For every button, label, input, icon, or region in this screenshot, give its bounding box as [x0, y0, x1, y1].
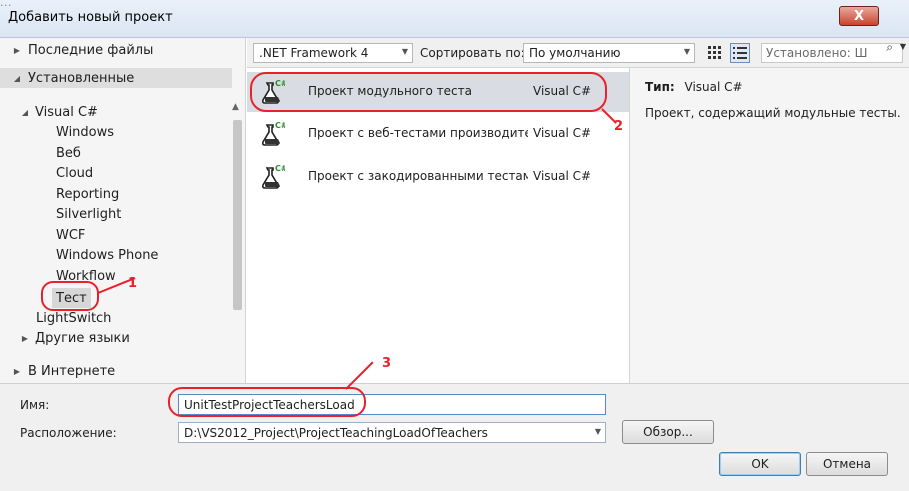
flask-csharp-icon: C#: [261, 121, 285, 146]
tree-section-installed[interactable]: ◢ Установленные: [0, 68, 232, 88]
tree-label: Silverlight: [56, 206, 122, 222]
grid-view-button[interactable]: [705, 43, 725, 63]
project-form: Имя: UnitTestProjectTeachersLoad Располо…: [0, 383, 909, 491]
tree-item-visual-csharp[interactable]: ◢ Visual C#: [18, 102, 98, 122]
list-view-icon: [733, 47, 747, 59]
template-name: Проект с закодированными тестам...: [308, 169, 528, 183]
tree-section-online[interactable]: ▶ В Интернете: [0, 361, 232, 381]
tree-label-installed: Установленные: [28, 70, 135, 86]
tree-item-cloud[interactable]: Cloud: [56, 163, 93, 183]
tree-label: Веб: [56, 145, 81, 161]
tree-item-lightswitch[interactable]: LightSwitch: [36, 308, 111, 328]
tree-item-web[interactable]: Веб: [56, 143, 81, 163]
tree-item-windows[interactable]: Windows: [56, 122, 114, 142]
svg-text:C#: C#: [275, 121, 285, 130]
template-language: Visual C#: [533, 169, 592, 183]
template-details-pane: Тип: Visual C# Проект, содержащий модуль…: [629, 68, 909, 383]
browse-label: Обзор...: [643, 425, 693, 439]
detail-type: Тип: Visual C#: [645, 80, 743, 94]
chevron-down-icon[interactable]: ▼: [900, 42, 906, 51]
chevron-down-icon: ▼: [594, 427, 601, 436]
background-window-tabs: ...: [0, 0, 909, 6]
sort-value: По умолчанию: [529, 46, 621, 60]
dialog-title: Добавить новый проект: [8, 10, 173, 25]
location-select[interactable]: D:\VS2012_Project\ProjectTeachingLoadOfT…: [178, 422, 606, 443]
expand-arrow-icon: ▶: [21, 333, 29, 343]
search-icon[interactable]: ⌕: [886, 40, 893, 55]
expand-arrow-icon: ▶: [13, 45, 21, 55]
detail-type-label: Тип:: [645, 80, 675, 94]
annotation-ellipse-2: [250, 72, 607, 112]
tree-item-wcf[interactable]: WCF: [56, 225, 85, 245]
collapse-arrow-icon: ◢: [13, 73, 21, 83]
annotation-number-1: 1: [128, 276, 138, 291]
chevron-down-icon: ▼: [401, 47, 408, 56]
flask-csharp-icon: C#: [261, 164, 285, 189]
browse-button[interactable]: Обзор...: [622, 420, 714, 444]
tree-label: Reporting: [56, 186, 120, 202]
tree-label: LightSwitch: [36, 310, 112, 326]
annotation-ellipse-1: [41, 281, 99, 311]
framework-value: .NET Framework 4: [259, 46, 369, 60]
tree-label-online: В Интернете: [28, 363, 116, 379]
detail-description: Проект, содержащий модульные тесты.: [645, 106, 901, 120]
tree-scrollbar[interactable]: ▲ ▼: [230, 100, 244, 396]
template-search-input[interactable]: Установлено: Ш: [761, 43, 903, 63]
tree-label-visual-csharp: Visual C#: [35, 104, 98, 120]
scroll-thumb[interactable]: [233, 120, 242, 310]
template-toolbar: .NET Framework 4 ▼ Сортировать по: По ум…: [247, 38, 909, 68]
ok-button[interactable]: OK: [719, 452, 801, 476]
tree-item-reporting[interactable]: Reporting: [56, 184, 119, 204]
framework-select[interactable]: .NET Framework 4 ▼: [253, 43, 413, 63]
tree-label: Cloud: [56, 165, 94, 181]
tree-label-recent: Последние файлы: [28, 42, 154, 58]
tree-label-other-languages: Другие языки: [35, 330, 130, 346]
detail-type-value: Visual C#: [684, 80, 743, 94]
cancel-label: Отмена: [822, 457, 872, 471]
location-value: D:\VS2012_Project\ProjectTeachingLoadOfT…: [184, 426, 488, 440]
svg-text:C#: C#: [275, 164, 285, 173]
list-view-button[interactable]: [730, 43, 750, 63]
template-name: Проект с веб-тестами производите...: [308, 126, 528, 140]
template-category-tree: ▶ Последние файлы ◢ Установленные ◢ Visu…: [0, 38, 246, 392]
template-language: Visual C#: [533, 126, 592, 140]
chevron-down-icon: ▼: [683, 47, 690, 56]
collapse-arrow-icon: ◢: [21, 107, 29, 117]
tree-item-silverlight[interactable]: Silverlight: [56, 204, 121, 224]
location-label: Расположение:: [20, 426, 117, 440]
tree-item-windows-phone[interactable]: Windows Phone: [56, 245, 158, 265]
expand-arrow-icon: ▶: [13, 366, 21, 376]
sort-select[interactable]: По умолчанию ▼: [523, 43, 695, 63]
template-item-web-test[interactable]: C# Проект с веб-тестами производите... V…: [247, 114, 629, 154]
ok-label: OK: [751, 457, 769, 471]
tree-section-recent[interactable]: ▶ Последние файлы: [0, 40, 232, 60]
tree-item-other-languages[interactable]: ▶ Другие языки: [18, 328, 130, 348]
tree-label: Windows: [56, 124, 115, 140]
sort-label: Сортировать по:: [420, 46, 525, 60]
scroll-up-icon[interactable]: ▲: [232, 102, 239, 112]
template-list: C# Проект модульного теста Visual C# C# …: [247, 68, 629, 383]
name-label: Имя:: [20, 398, 50, 412]
close-button[interactable]: X: [839, 6, 879, 26]
template-item-coded-ui-test[interactable]: C# Проект с закодированными тестам... Vi…: [247, 157, 629, 197]
annotation-number-2: 2: [614, 119, 624, 134]
annotation-number-3: 3: [382, 356, 392, 371]
grid-view-icon: [708, 46, 721, 59]
tree-label: Windows Phone: [56, 247, 159, 263]
close-icon: X: [853, 8, 865, 24]
cancel-button[interactable]: Отмена: [806, 452, 888, 476]
title-bar: ... Добавить новый проект X: [0, 0, 909, 38]
tree-label: WCF: [56, 227, 86, 243]
search-placeholder: Установлено: Ш: [766, 46, 868, 60]
annotation-ellipse-3: [168, 387, 366, 417]
